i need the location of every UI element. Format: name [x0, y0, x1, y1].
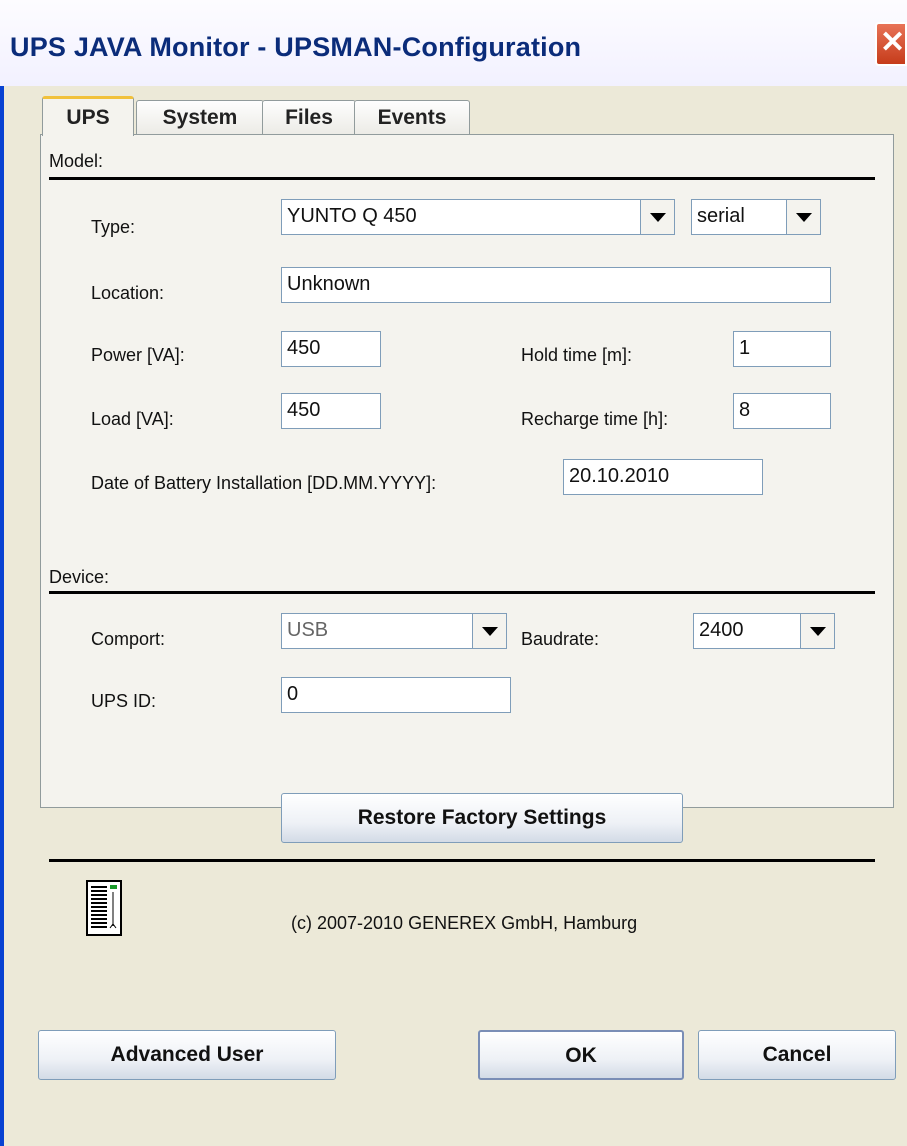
recharge-time-label: Recharge time [h]: [521, 409, 669, 429]
baudrate-value: 2400 [699, 619, 744, 641]
copyright-text: (c) 2007-2010 GENEREX GmbH, Hamburg [291, 913, 638, 933]
load-input[interactable]: 450 [281, 393, 381, 429]
cancel-button[interactable]: Cancel [698, 1030, 896, 1080]
chevron-down-icon [810, 627, 826, 636]
type-value: YUNTO Q 450 [287, 205, 417, 227]
battery-date-input[interactable]: 20.10.2010 [563, 459, 763, 495]
power-label: Power [VA]: [91, 345, 185, 365]
advanced-user-button[interactable]: Advanced User [38, 1030, 336, 1080]
location-label: Location: [91, 283, 165, 303]
hold-time-label: Hold time [m]: [521, 345, 633, 365]
chevron-down-icon [650, 213, 666, 222]
comport-dropdown-button[interactable] [472, 614, 506, 648]
ups-id-label: UPS ID: [91, 691, 157, 711]
power-input[interactable]: 450 [281, 331, 381, 367]
type-dropdown[interactable]: YUNTO Q 450 [281, 199, 675, 235]
ups-id-input[interactable]: 0 [281, 677, 511, 713]
type-label: Type: [91, 217, 136, 237]
connection-value: serial [697, 205, 745, 227]
connection-dropdown[interactable]: serial [691, 199, 821, 235]
type-dropdown-button[interactable] [640, 200, 674, 234]
title-bar: UPS JAVA Monitor - UPSMAN-Configuration … [0, 0, 907, 86]
close-icon: ✕ [880, 26, 906, 59]
ups-tab-panel: Model: Type: YUNTO Q 450 serial Location… [40, 134, 894, 933]
config-dialog: UPS JAVA Monitor - UPSMAN-Configuration … [0, 0, 907, 1146]
baudrate-dropdown-button[interactable] [800, 614, 834, 648]
comport-label: Comport: [91, 629, 166, 649]
hold-time-input[interactable]: 1 [733, 331, 831, 367]
model-section-label: Model: [49, 151, 104, 171]
comport-dropdown[interactable]: USB [281, 613, 507, 649]
tab-ups[interactable]: UPS [42, 96, 134, 136]
load-label: Load [VA]: [91, 409, 174, 429]
ups-monitor-icon [86, 880, 122, 936]
model-divider [49, 177, 875, 180]
ok-button[interactable]: OK [478, 1030, 684, 1080]
device-section-label: Device: [49, 567, 110, 587]
tab-system[interactable]: System [136, 100, 264, 134]
connection-dropdown-button[interactable] [786, 200, 820, 234]
bottom-divider [49, 859, 875, 862]
window-title: UPS JAVA Monitor - UPSMAN-Configuration [10, 32, 582, 62]
baudrate-dropdown[interactable]: 2400 [693, 613, 835, 649]
battery-date-label: Date of Battery Installation [DD.MM.YYYY… [91, 473, 437, 493]
tab-files[interactable]: Files [262, 100, 356, 134]
restore-factory-settings-button[interactable]: Restore Factory Settings [281, 793, 683, 843]
baudrate-label: Baudrate: [521, 629, 600, 649]
location-input[interactable]: Unknown [281, 267, 831, 303]
device-divider [49, 591, 875, 594]
chevron-down-icon [796, 213, 812, 222]
tab-events[interactable]: Events [354, 100, 470, 134]
chevron-down-icon [482, 627, 498, 636]
recharge-time-input[interactable]: 8 [733, 393, 831, 429]
close-button[interactable]: ✕ [875, 22, 907, 66]
comport-value: USB [287, 619, 329, 641]
